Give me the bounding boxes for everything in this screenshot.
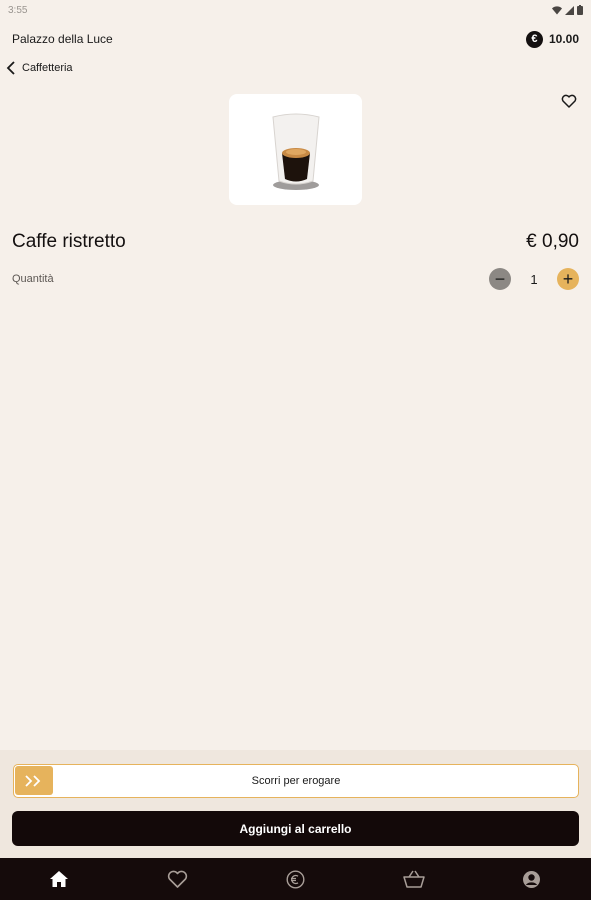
double-chevron-right-icon (25, 774, 41, 787)
credit-amount: 10.00 (548, 32, 579, 46)
nav-wallet[interactable] (265, 858, 325, 900)
euro-badge-icon: € (525, 30, 543, 48)
decrease-quantity-button[interactable]: − (489, 268, 511, 290)
add-to-cart-button[interactable]: Aggiungi al carrello (12, 811, 579, 846)
status-bar: 3:55 (0, 0, 591, 20)
product-price: € 0,90 (526, 231, 579, 252)
swipe-label: Scorri per erogare (251, 775, 341, 787)
wifi-icon (552, 5, 562, 14)
status-icons (552, 5, 583, 15)
status-time: 3:55 (8, 4, 28, 16)
quantity-label: Quantità (12, 273, 54, 285)
nav-favorites[interactable] (147, 858, 207, 900)
home-icon (50, 871, 69, 887)
battery-icon (577, 5, 583, 15)
nav-cart[interactable] (384, 858, 444, 900)
euro-icon (286, 869, 305, 889)
heart-outline-icon (561, 94, 577, 108)
basket-icon (402, 870, 425, 888)
product-title-row: Caffe ristretto € 0,90 (12, 228, 579, 256)
chevron-left-icon (6, 61, 15, 75)
swipe-to-dispense-slider[interactable]: Scorri per erogare (13, 764, 579, 798)
espresso-cup-image (271, 113, 320, 190)
bottom-navigation (0, 858, 591, 900)
header: Palazzo della Luce € 10.00 (12, 28, 579, 50)
venue-name: Palazzo della Luce (12, 32, 113, 46)
swipe-handle[interactable] (15, 766, 53, 795)
signal-icon (565, 5, 574, 15)
back-breadcrumb[interactable]: Caffetteria (6, 59, 73, 77)
heart-icon (167, 870, 187, 888)
nav-home[interactable] (29, 858, 89, 900)
quantity-row: Quantità − 1 + (12, 267, 579, 291)
nav-profile[interactable] (502, 858, 562, 900)
favorite-button[interactable] (558, 90, 580, 112)
increase-quantity-button[interactable]: + (557, 268, 579, 290)
credit-balance[interactable]: € 10.00 (525, 30, 579, 48)
product-name: Caffe ristretto (12, 231, 126, 252)
user-icon (523, 870, 541, 888)
product-image (229, 94, 362, 205)
quantity-value: 1 (530, 271, 538, 287)
quantity-stepper: − 1 + (489, 268, 579, 290)
breadcrumb-label: Caffetteria (22, 62, 73, 74)
